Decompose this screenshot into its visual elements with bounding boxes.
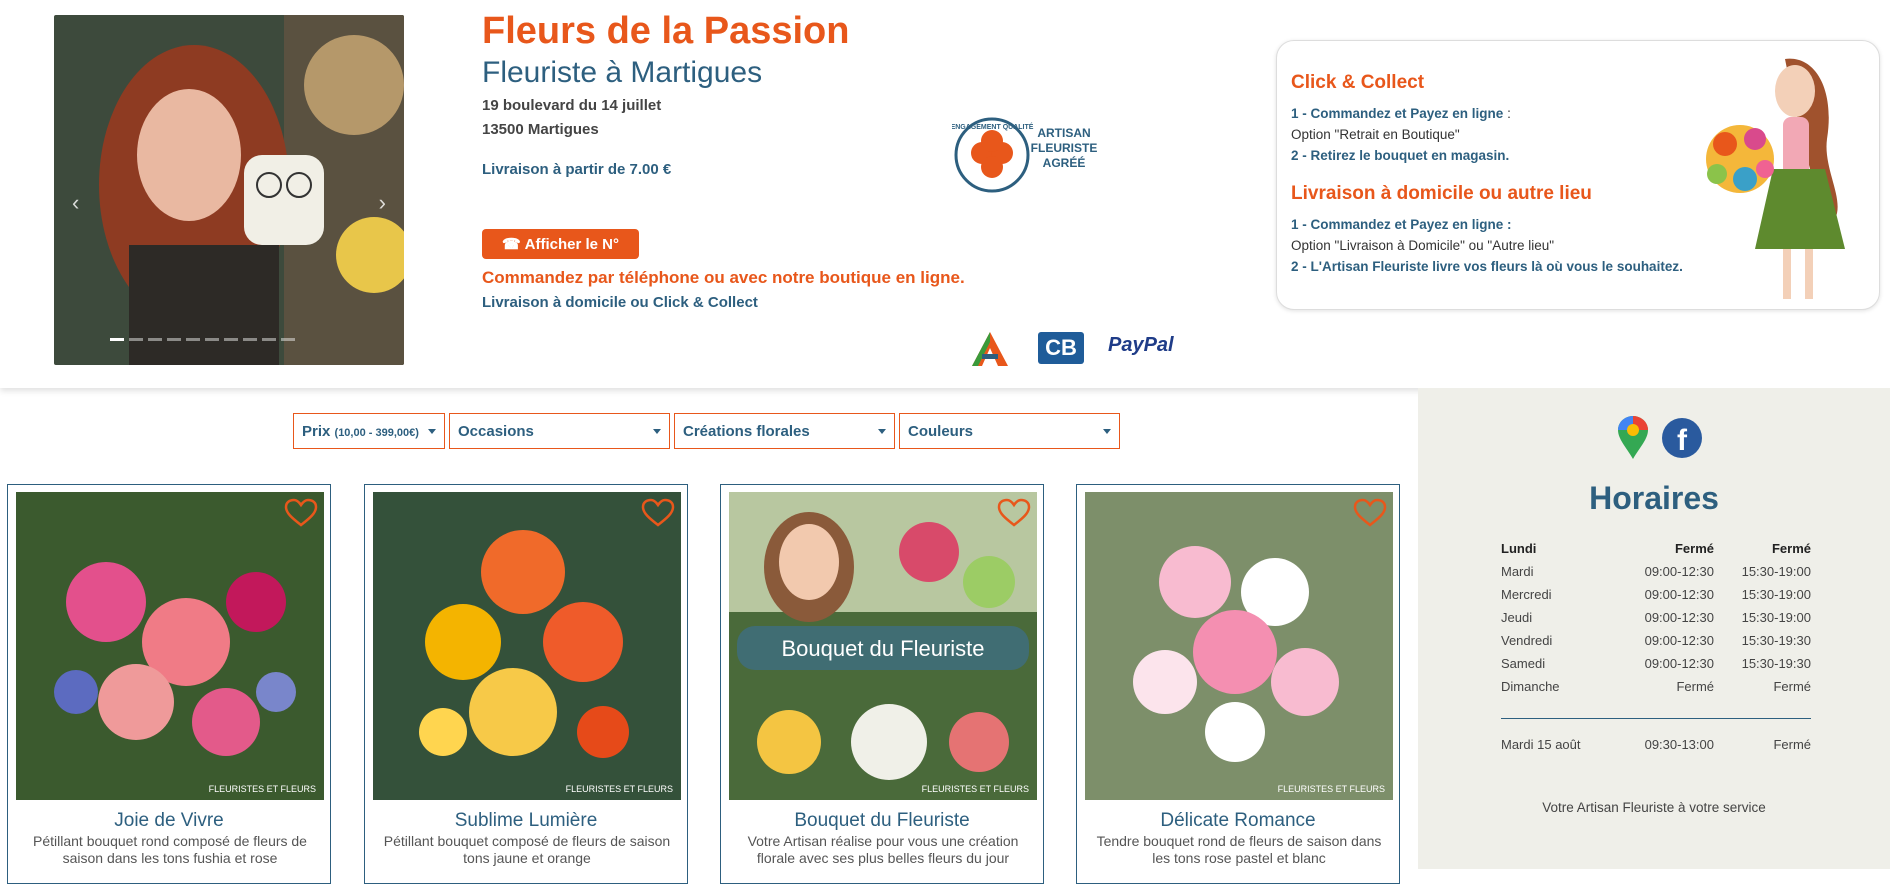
product-name[interactable]: Sublime Lumière: [365, 810, 687, 832]
product-name[interactable]: Bouquet du Fleuriste: [721, 810, 1043, 832]
show-phone-label: Afficher le N°: [524, 235, 620, 253]
chevron-down-icon: [1103, 428, 1111, 434]
hours-row: Jeudi 09:00-12:30 15:30-19:00: [1501, 610, 1811, 625]
svg-text:FLEURISTES ET FLEURS: FLEURISTES ET FLEURS: [209, 784, 316, 794]
product-card[interactable]: FLEURISTES ET FLEURS Délicate Romance Te…: [1076, 484, 1400, 884]
show-phone-button[interactable]: ☎ Afficher le N°: [482, 229, 639, 259]
product-card[interactable]: FLEURISTES ET FLEURS Sublime Lumière Pét…: [364, 484, 688, 884]
svg-text:FLEURISTE: FLEURISTE: [1031, 141, 1098, 155]
product-image[interactable]: FLEURISTES ET FLEURS: [373, 492, 681, 800]
product-image[interactable]: Bouquet du Fleuriste FLEURISTES ET FLEUR…: [729, 492, 1037, 800]
facebook-icon[interactable]: f: [1662, 418, 1702, 458]
home-delivery-title: Livraison à domicile ou autre lieu: [1291, 183, 1592, 204]
product-card[interactable]: Bouquet du Fleuriste FLEURISTES ET FLEUR…: [720, 484, 1044, 884]
google-maps-icon[interactable]: [1616, 415, 1650, 461]
creations-filter[interactable]: Créations florales: [674, 413, 895, 449]
artisan-seal-icon: ENGAGEMENT QUALITÉ ARTISAN FLEURISTE AGR…: [952, 117, 1098, 193]
header: ‹ › Fleurs de la Passion Fleuriste à Mar…: [0, 0, 1890, 388]
click-collect-option: Option "Retrait en Boutique": [1291, 127, 1460, 142]
occasions-filter[interactable]: Occasions: [449, 413, 670, 449]
click-collect-step-1: 1 - Commandez et Payez en ligne :: [1291, 106, 1511, 121]
florist-photo: [54, 15, 404, 365]
shop-subtitle: Fleuriste à Martigues: [482, 56, 763, 89]
filter-bar: Prix (10,00 - 399,00€) Occasions Créatio…: [293, 413, 1120, 449]
home-delivery-option: Option "Livraison à Domicile" ou "Autre …: [1291, 238, 1555, 253]
product-description: Pétillant bouquet composé de fleurs de s…: [383, 833, 671, 866]
photo-carousel[interactable]: ‹ ›: [54, 15, 404, 365]
favorite-heart-icon[interactable]: [641, 498, 675, 528]
product-name[interactable]: Joie de Vivre: [8, 810, 330, 832]
hours-row: Lundi Fermé Fermé: [1501, 541, 1811, 556]
product-description: Tendre bouquet rond de fleurs de saison …: [1096, 833, 1382, 866]
svg-text:FLEURISTES ET FLEURS: FLEURISTES ET FLEURS: [922, 784, 1029, 794]
chevron-down-icon: [428, 428, 436, 434]
florist-girl-illustration-icon: [1706, 58, 1845, 299]
divider: [1501, 718, 1811, 719]
favorite-heart-icon[interactable]: [284, 498, 318, 528]
svg-text:ARTISAN: ARTISAN: [1037, 126, 1090, 140]
svg-text:ENGAGEMENT QUALITÉ: ENGAGEMENT QUALITÉ: [952, 122, 1034, 131]
product-description: Pétillant bouquet rond composé de fleurs…: [33, 833, 307, 866]
product-description: Votre Artisan réalise pour vous une créa…: [747, 833, 1019, 866]
svg-text:FLEURISTES ET FLEURS: FLEURISTES ET FLEURS: [566, 784, 673, 794]
hours-row: Mercredi 09:00-12:30 15:30-19:00: [1501, 587, 1811, 602]
special-hours-row: Mardi 15 août 09:30-13:00 Fermé: [1501, 737, 1811, 752]
service-tagline: Votre Artisan Fleuriste à votre service: [1542, 800, 1766, 815]
shop-name: Fleurs de la Passion: [482, 10, 850, 52]
hours-row: Dimanche Fermé Fermé: [1501, 679, 1811, 694]
colors-filter[interactable]: Couleurs: [899, 413, 1120, 449]
address-line-2: 13500 Martigues: [482, 121, 599, 138]
delivery-price: Livraison à partir de 7.00 €: [482, 161, 672, 178]
svg-text:Bouquet du Fleuriste: Bouquet du Fleuriste: [781, 636, 984, 661]
opening-hours-table: Lundi Fermé Fermé Mardi 09:00-12:30 15:30-19…: [1501, 537, 1811, 756]
home-delivery-step-1: 1 - Commandez et Payez en ligne :: [1291, 217, 1512, 232]
sidebar: f Horaires Lundi Fermé Fermé Mardi 09:00-12…: [1418, 388, 1890, 869]
address-line-1: 19 boulevard du 14 juillet: [482, 97, 662, 114]
chevron-down-icon: [878, 428, 886, 434]
price-filter[interactable]: Prix (10,00 - 399,00€): [293, 413, 445, 449]
favorite-heart-icon[interactable]: [1353, 498, 1387, 528]
product-image[interactable]: FLEURISTES ET FLEURS: [16, 492, 324, 800]
hours-title: Horaires: [1589, 480, 1719, 516]
svg-text:AGRÉÉ: AGRÉÉ: [1043, 155, 1086, 170]
carousel-next-icon[interactable]: ›: [379, 190, 386, 216]
carousel-prev-icon[interactable]: ‹: [72, 190, 79, 216]
click-collect-title: Click & Collect: [1291, 72, 1425, 93]
carousel-dots[interactable]: [110, 338, 295, 341]
artisan-payment-icon: [972, 332, 1008, 366]
favorite-heart-icon[interactable]: [997, 498, 1031, 528]
product-name[interactable]: Délicate Romance: [1077, 810, 1399, 832]
click-collect-step-2: 2 - Retirez le bouquet en magasin.: [1291, 148, 1510, 163]
phone-icon: ☎: [501, 236, 521, 253]
order-text: Commandez par téléphone ou avec notre bo…: [482, 268, 965, 287]
delivery-options-text: Livraison à domicile ou Click & Collect: [482, 294, 758, 311]
product-image[interactable]: FLEURISTES ET FLEURS: [1085, 492, 1393, 800]
cb-card-icon: CB: [1038, 332, 1084, 364]
click-collect-card: Click & Collect 1 - Commandez et Payez e…: [1276, 40, 1880, 310]
home-delivery-step-2: 2 - L'Artisan Fleuriste livre vos fleurs…: [1291, 259, 1683, 274]
hours-row: Vendredi 09:00-12:30 15:30-19:30: [1501, 633, 1811, 648]
product-card[interactable]: FLEURISTES ET FLEURS Joie de Vivre Pétil…: [7, 484, 331, 884]
hours-row: Mardi 09:00-12:30 15:30-19:00: [1501, 564, 1811, 579]
chevron-down-icon: [653, 428, 661, 434]
svg-text:FLEURISTES ET FLEURS: FLEURISTES ET FLEURS: [1278, 784, 1385, 794]
paypal-icon: PayPal: [1108, 334, 1174, 356]
hours-row: Samedi 09:00-12:30 15:30-19:30: [1501, 656, 1811, 671]
